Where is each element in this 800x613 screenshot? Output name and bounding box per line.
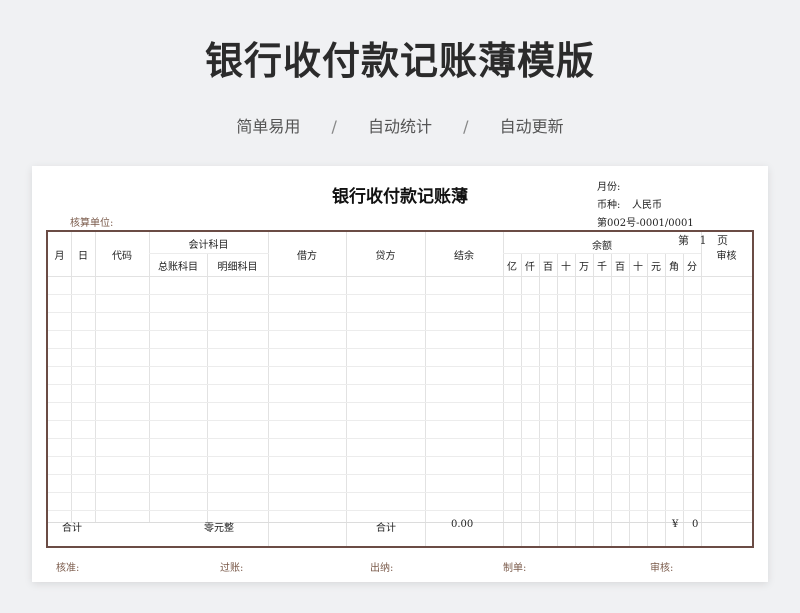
footer-total-label: 合计 [62, 523, 82, 534]
digit-fen: 分 [687, 262, 697, 273]
feature-separator: / [331, 117, 337, 136]
feature-easy: 简单易用 [236, 117, 301, 136]
page-indicator: 第 1 页 [678, 234, 728, 247]
signature-audit: 审核: [650, 563, 674, 574]
signature-prepare: 制单: [503, 563, 527, 574]
ledger-sheet: 银行收付款记账薄 月份: 币种: 人民币 第002号-0001/0001 核算单… [32, 166, 768, 582]
signature-cashier: 出纳: [370, 563, 394, 574]
footer-total-label-2: 合计 [376, 523, 396, 534]
header-general-account: 总账科目 [158, 262, 198, 273]
footer-currency-total: 0 [692, 519, 699, 530]
signature-approve: 核准: [56, 563, 80, 574]
feature-auto-stats: 自动统计 [367, 117, 432, 136]
digit-bai: 百 [615, 262, 625, 273]
header-debit: 借方 [297, 251, 317, 262]
digit-qian-large: 仟 [525, 262, 535, 273]
digit-shi: 十 [633, 262, 643, 273]
currency-value: 人民币 [632, 200, 662, 211]
header-month: 月 [54, 251, 65, 262]
header-balance-note: 结余 [454, 251, 474, 262]
footer-currency-symbol: ¥ [672, 519, 679, 530]
footer-amount-in-words: 零元整 [204, 523, 234, 534]
digit-yuan: 元 [651, 262, 661, 273]
feature-separator: / [463, 117, 469, 136]
banner-title: 银行收付款记账薄模版 [204, 39, 595, 83]
ledger-table: 月 日 代码 会计科目 总账科目 明细科目 借方 贷方 结余 余额 审核 第 1… [46, 230, 754, 548]
signature-post: 过账: [220, 563, 244, 574]
header-credit: 贷方 [375, 251, 396, 262]
feature-list: 简单易用 / 自动统计 / 自动更新 [0, 113, 800, 137]
header-account: 会计科目 [188, 240, 229, 251]
header-detail-account: 明细科目 [217, 262, 258, 273]
month-label: 月份: [597, 182, 621, 193]
digit-jiao: 角 [669, 262, 679, 273]
unit-label: 核算单位: [70, 218, 114, 229]
digit-bai-large: 百 [543, 262, 553, 273]
digit-qian: 千 [597, 262, 607, 273]
header-audit: 审核 [716, 251, 737, 262]
digit-yi: 亿 [507, 262, 517, 273]
header-day: 日 [78, 251, 88, 262]
feature-auto-update: 自动更新 [499, 117, 564, 136]
currency-label: 币种: [597, 200, 621, 211]
header-balance: 余额 [592, 241, 612, 252]
document-number: 第002号-0001/0001 [597, 218, 694, 229]
header-code: 代码 [112, 251, 132, 262]
digit-wan: 万 [579, 262, 589, 273]
footer-balance-total: 0.00 [451, 519, 474, 530]
digit-shi-large: 十 [561, 262, 571, 273]
